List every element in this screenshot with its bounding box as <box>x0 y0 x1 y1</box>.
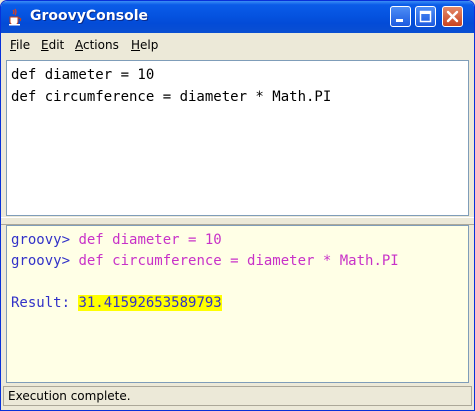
result-label: Result: <box>11 295 79 311</box>
script-editor[interactable]: def diameter = 10 def circumference = di… <box>6 60 469 216</box>
minimize-icon <box>396 19 403 22</box>
status-text: Execution complete. <box>8 389 131 403</box>
menu-help[interactable]: Help <box>131 38 158 52</box>
output-code: def diameter = 10 <box>78 232 222 248</box>
output-line: groovy> def circumference = diameter * M… <box>11 253 399 269</box>
title-bar[interactable]: GroovyConsole <box>1 1 474 33</box>
output-pane[interactable]: groovy> def diameter = 10 groovy> def ci… <box>6 225 469 383</box>
menu-file[interactable]: File <box>10 38 30 52</box>
window-title: GroovyConsole <box>30 8 148 24</box>
close-icon <box>446 10 459 23</box>
output-prompt: groovy> <box>11 232 79 248</box>
result-line: Result: 31.41592653589793 <box>11 295 222 311</box>
java-cup-icon <box>7 8 23 26</box>
output-line: groovy> def diameter = 10 <box>11 232 222 248</box>
result-value: 31.41592653589793 <box>78 295 222 311</box>
close-button[interactable] <box>442 6 463 27</box>
menu-actions[interactable]: Actions <box>75 38 119 52</box>
maximize-icon <box>419 10 432 23</box>
output-code: def circumference = diameter * Math.PI <box>78 253 399 269</box>
editor-line: def diameter = 10 <box>11 67 155 83</box>
groovy-console-window: GroovyConsole File Edit Actions Help def… <box>0 0 475 411</box>
output-prompt: groovy> <box>11 253 79 269</box>
minimize-button[interactable] <box>390 6 411 27</box>
maximize-button[interactable] <box>415 6 436 27</box>
menu-bar: File Edit Actions Help <box>1 34 474 58</box>
split-pane-divider[interactable] <box>1 217 474 225</box>
status-bar: Execution complete. <box>3 386 472 406</box>
editor-line: def circumference = diameter * Math.PI <box>11 89 332 105</box>
menu-edit[interactable]: Edit <box>41 38 64 52</box>
